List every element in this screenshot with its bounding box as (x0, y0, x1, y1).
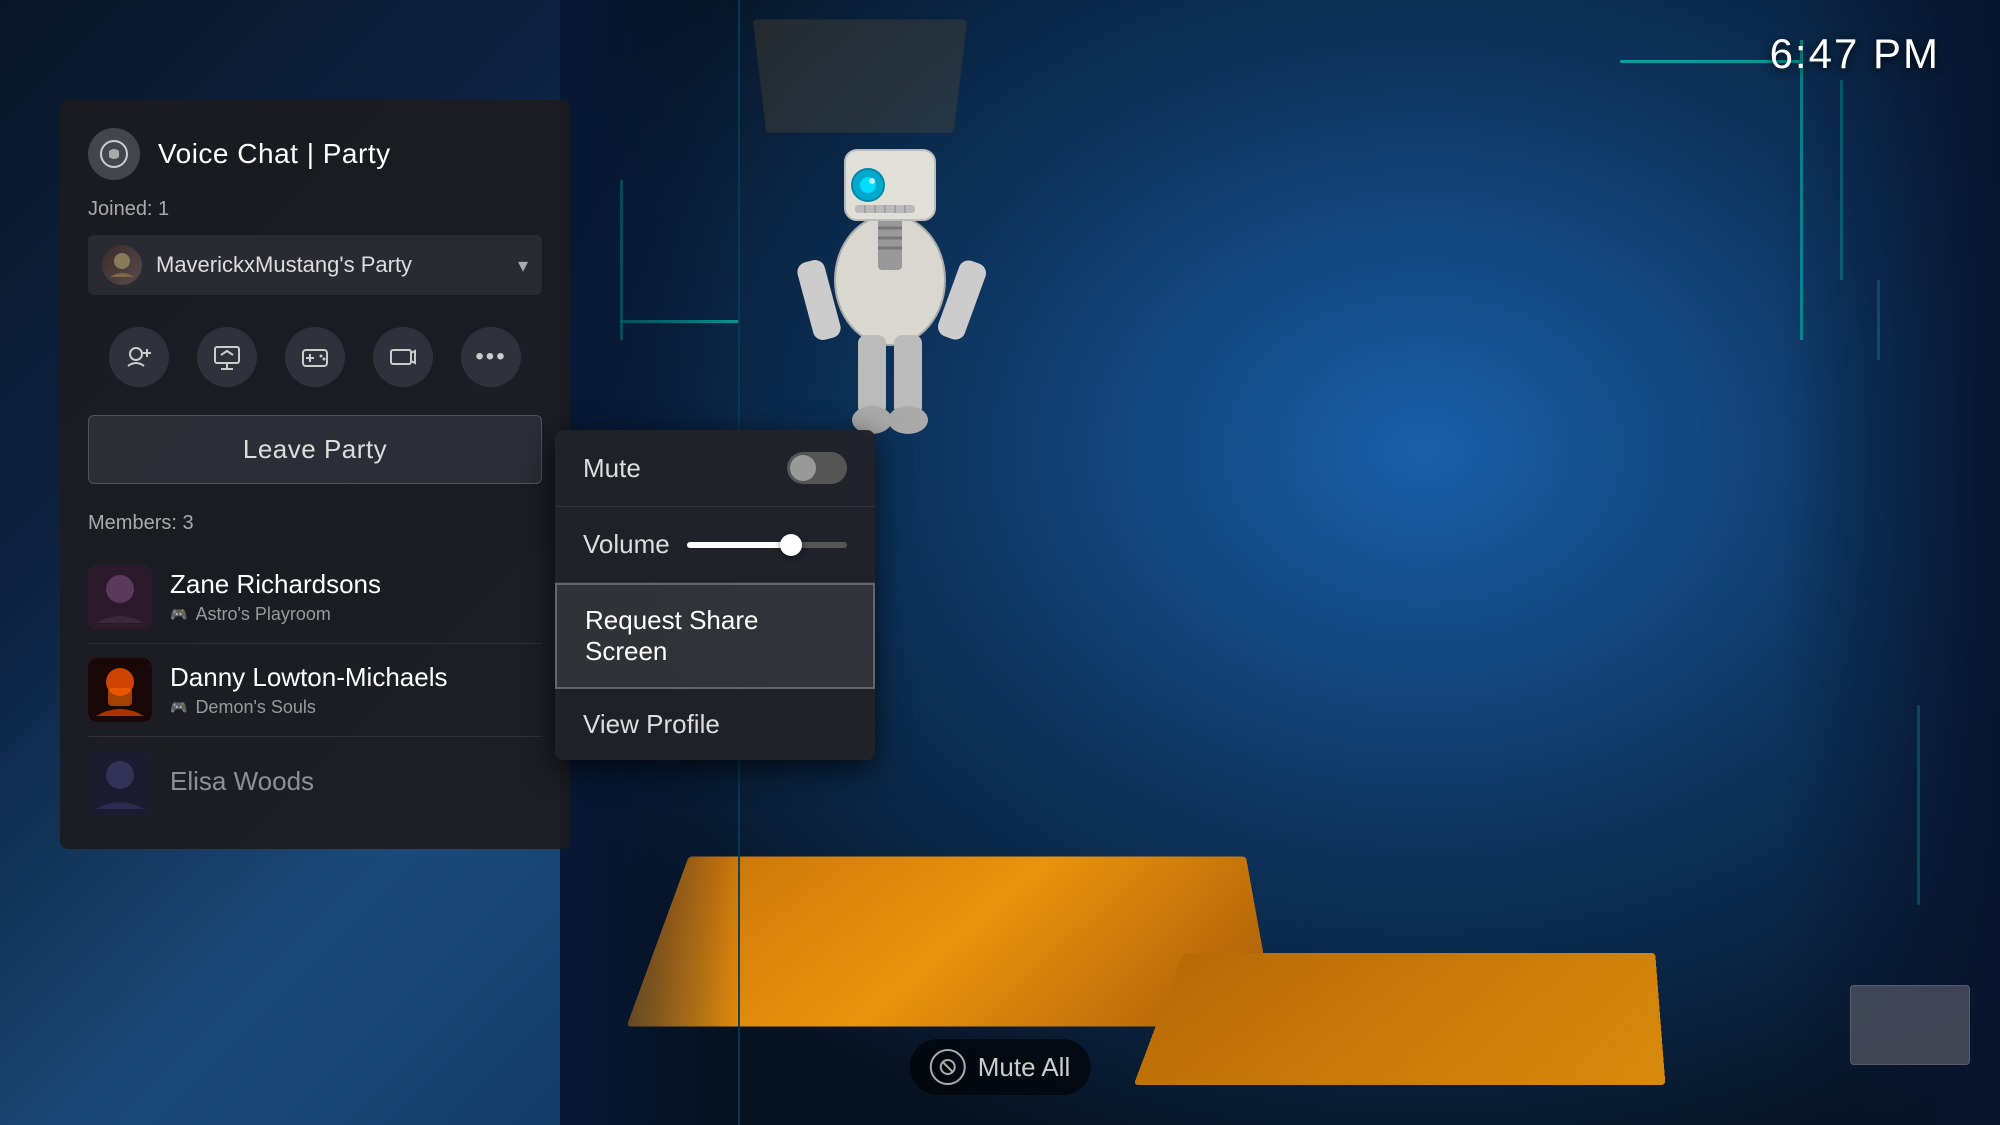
mute-section: Mute (555, 430, 875, 507)
platform-orange-2 (1134, 953, 1666, 1085)
mute-toggle[interactable] (787, 452, 847, 484)
member-item-danny[interactable]: Danny Lowton-Michaels 🎮 Demon's Souls (88, 644, 542, 737)
right-wall (1780, 0, 2000, 1125)
chevron-down-icon[interactable]: ▾ (518, 253, 528, 278)
mute-all-label: Mute All (978, 1052, 1071, 1083)
game-share-button[interactable] (285, 327, 345, 387)
game-name-danny: Demon's Souls (195, 697, 316, 718)
party-row-left: MaverickxMustang's Party (102, 245, 412, 285)
clock: 6:47 PM (1770, 30, 1940, 78)
volume-slider[interactable] (687, 542, 847, 548)
party-selector[interactable]: MaverickxMustang's Party ▾ (88, 235, 542, 295)
volume-row: Volume (583, 529, 847, 560)
mute-all-button[interactable]: Mute All (910, 1039, 1091, 1095)
add-player-button[interactable] (109, 327, 169, 387)
request-share-screen-item[interactable]: Request Share Screen (555, 583, 875, 689)
volume-fill (687, 542, 791, 548)
panel-header: Voice Chat | Party (88, 128, 542, 180)
leave-party-button[interactable]: Leave Party (88, 415, 542, 484)
member-item-elisa[interactable]: Elisa Woods (88, 737, 542, 829)
volume-section: Volume (555, 507, 875, 583)
members-count: Members: 3 (88, 512, 542, 535)
top-decor (753, 19, 968, 132)
member-avatar-zane (88, 565, 152, 629)
member-info-danny: Danny Lowton-Michaels 🎮 Demon's Souls (170, 662, 542, 718)
context-menu: Mute Volume Request Share Screen View Pr… (555, 430, 875, 760)
voice-chat-icon (88, 128, 140, 180)
mute-all-icon (930, 1049, 966, 1085)
party-name: MaverickxMustang's Party (156, 252, 412, 278)
panel-title: Voice Chat | Party (158, 138, 391, 170)
decor-box (1850, 985, 1970, 1065)
member-item-zane[interactable]: Zane Richardsons 🎮 Astro's Playroom (88, 551, 542, 644)
view-profile-item[interactable]: View Profile (555, 689, 875, 760)
member-name-zane: Zane Richardsons (170, 569, 542, 600)
member-avatar-elisa (88, 751, 152, 815)
member-avatar-danny (88, 658, 152, 722)
voice-chat-panel: Voice Chat | Party Joined: 1 MaverickxMu… (60, 100, 570, 849)
joined-count: Joined: 1 (88, 198, 542, 221)
neon-vertical (1800, 40, 1803, 340)
member-info-zane: Zane Richardsons 🎮 Astro's Playroom (170, 569, 542, 625)
neon-vertical-2 (1840, 80, 1843, 280)
member-name-danny: Danny Lowton-Michaels (170, 662, 542, 693)
camera-button[interactable] (373, 327, 433, 387)
bottom-bar: Mute All (910, 1039, 1091, 1095)
game-name-zane: Astro's Playroom (195, 604, 330, 625)
screen-share-button[interactable] (197, 327, 257, 387)
member-game-zane: 🎮 Astro's Playroom (170, 604, 542, 625)
volume-thumb[interactable] (780, 534, 802, 556)
mute-label: Mute (583, 453, 641, 484)
mute-row: Mute (583, 452, 847, 484)
controller-icon-danny: 🎮 (170, 699, 187, 716)
member-name-elisa: Elisa Woods (170, 766, 542, 797)
toggle-knob (790, 455, 816, 481)
more-options-button[interactable]: ••• (461, 327, 521, 387)
volume-label: Volume (583, 529, 670, 560)
member-game-danny: 🎮 Demon's Souls (170, 697, 542, 718)
member-info-elisa: Elisa Woods (170, 766, 542, 801)
controller-icon-zane: 🎮 (170, 606, 187, 623)
party-avatar (102, 245, 142, 285)
action-icons-row: ••• (88, 317, 542, 397)
